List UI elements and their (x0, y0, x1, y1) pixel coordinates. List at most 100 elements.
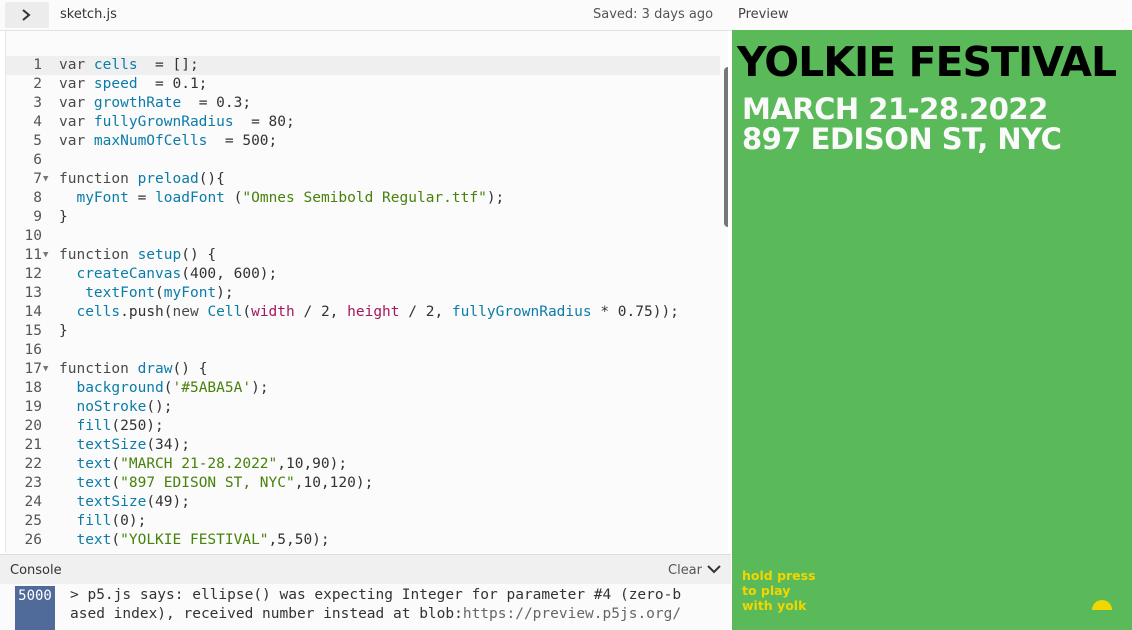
code-line[interactable]: 12 createCanvas(400, 600); (6, 265, 720, 284)
message-count-badge: 5000 (15, 586, 55, 630)
code-text: var maxNumOfCells = 500; (59, 132, 277, 151)
code-token: "YOLKIE FESTIVAL" (120, 532, 269, 548)
code-line[interactable]: 25 fill(0); (6, 512, 720, 531)
console-clear-button[interactable]: Clear (668, 563, 702, 578)
fold-arrow-icon[interactable]: ▼ (43, 360, 48, 379)
sidebar-toggle-button[interactable] (5, 2, 49, 28)
code-line[interactable]: 18 background('#5ABA5A'); (6, 379, 720, 398)
code-token: height (347, 304, 400, 320)
chevron-down-icon[interactable] (707, 565, 721, 574)
code-text: textSize(34); (59, 436, 190, 455)
console-output: 5000 > p5.js says: ellipse() was expecti… (0, 584, 731, 630)
code-text: } (59, 322, 68, 341)
line-number: 20 (24, 418, 42, 434)
code-token: textSize (76, 494, 147, 510)
code-line[interactable]: 20 fill(250); (6, 417, 720, 436)
code-token: fill (76, 513, 112, 529)
code-line[interactable]: 21 textSize(34); (6, 436, 720, 455)
code-token: ); (486, 190, 505, 206)
code-token: / 2, (399, 304, 452, 320)
code-line[interactable]: 17 ▼ function draw() { (6, 360, 720, 379)
console-header[interactable]: Console Clear (0, 554, 731, 585)
code-text: fill(250); (59, 417, 164, 436)
code-line[interactable]: 4 var fullyGrownRadius = 80; (6, 113, 720, 132)
code-text: text("MARCH 21-28.2022",10,90); (59, 455, 347, 474)
code-line[interactable]: 3 var growthRate = 0.3; (6, 94, 720, 113)
code-text: var growthRate = 0.3; (59, 94, 251, 113)
line-number: 23 (24, 475, 42, 491)
line-number: 6 (33, 152, 42, 168)
code-token: textFont (85, 285, 156, 301)
line-number: 5 (33, 133, 42, 149)
fold-arrow-icon[interactable]: ▼ (43, 246, 48, 265)
code-line[interactable]: 10 (6, 227, 720, 246)
editor-scrollbar[interactable] (724, 67, 728, 227)
code-text: var speed = 0.1; (59, 75, 207, 94)
play-hint-line3: with yolk (742, 598, 807, 613)
code-token: "MARCH 21-28.2022" (120, 456, 278, 472)
code-token: (0); (111, 513, 147, 529)
code-line[interactable]: 14 cells.push(new Cell(width / 2, height… (6, 303, 720, 322)
code-line[interactable]: 11 ▼ function setup() { (6, 246, 720, 265)
code-line[interactable]: 8 myFont = loadFont ("Omnes Semibold Reg… (6, 189, 720, 208)
code-token: = []; (137, 57, 199, 73)
code-token: ,10,90); (277, 456, 348, 472)
code-token: (34); (146, 437, 190, 453)
line-number: 9 (33, 209, 42, 225)
code-token: ( (111, 532, 121, 548)
code-line[interactable]: 9} (6, 208, 720, 227)
console-message-line2: ased index), received number instead at … (70, 605, 705, 624)
code-editor[interactable]: 1 var cells = []; 2 var speed = 0.1; 3 var gr… (5, 31, 728, 553)
code-text: var cells = []; (59, 56, 199, 75)
code-line[interactable]: 22 text("MARCH 21-28.2022",10,90); (6, 455, 720, 474)
code-token: (); (146, 399, 173, 415)
fold-arrow-icon[interactable]: ▼ (43, 170, 48, 189)
code-line[interactable]: 1 var cells = []; (6, 56, 720, 75)
yolk-shape[interactable] (1092, 600, 1112, 610)
line-number: 3 (33, 95, 42, 111)
code-token: cells (93, 57, 138, 73)
code-token: (250); (111, 418, 164, 434)
preview-label: Preview (738, 7, 789, 22)
code-token: var (59, 76, 94, 92)
code-token: preload (137, 171, 199, 187)
file-name[interactable]: sketch.js (60, 7, 117, 22)
code-text: var fullyGrownRadius = 80; (59, 113, 295, 132)
code-line[interactable]: 13 textFont(myFont); (6, 284, 720, 303)
code-token: ,5,50); (268, 532, 330, 548)
code-token: function (59, 171, 138, 187)
code-line[interactable]: 7 ▼ function preload(){ (6, 170, 720, 189)
console-message-link[interactable]: https://preview.p5js.org/ (463, 606, 681, 622)
code-token: cells (76, 304, 121, 320)
code-token: ( (224, 190, 243, 206)
code-line[interactable]: 19 noStroke(); (6, 398, 720, 417)
code-token: new (172, 304, 208, 320)
code-lines[interactable]: 1 var cells = []; 2 var speed = 0.1; 3 var gr… (6, 56, 720, 550)
code-text: function draw() { (59, 360, 207, 379)
line-number: 25 (24, 513, 42, 529)
console-message-line1: > p5.js says: ellipse() was expecting In… (70, 587, 682, 603)
line-number: 21 (24, 437, 42, 453)
code-text: function preload(){ (59, 170, 225, 189)
code-line[interactable]: 24 textSize(49); (6, 493, 720, 512)
code-line[interactable]: 26 text("YOLKIE FESTIVAL",5,50); (6, 531, 720, 550)
code-token: ( (155, 285, 164, 301)
code-token: var (59, 133, 94, 149)
code-line[interactable]: 6 (6, 151, 720, 170)
code-text: createCanvas(400, 600); (59, 265, 277, 284)
code-token: text (76, 532, 112, 548)
code-text: } (59, 208, 68, 227)
code-token: var (59, 114, 94, 130)
code-line[interactable]: 23 text("897 EDISON ST, NYC",10,120); (6, 474, 720, 493)
festival-title: YOLKIE FESTIVAL (737, 38, 1117, 86)
preview-canvas[interactable]: YOLKIE FESTIVAL MARCH 21-28.2022 897 EDI… (732, 30, 1132, 630)
play-hint-line1: hold press (742, 568, 816, 583)
code-line[interactable]: 15} (6, 322, 720, 341)
code-line[interactable]: 16 (6, 341, 720, 360)
code-line[interactable]: 5 var maxNumOfCells = 500; (6, 132, 720, 151)
play-hint: hold press to play with yolk (742, 568, 816, 613)
code-line[interactable]: 2 var speed = 0.1; (6, 75, 720, 94)
console-title: Console (10, 563, 62, 578)
